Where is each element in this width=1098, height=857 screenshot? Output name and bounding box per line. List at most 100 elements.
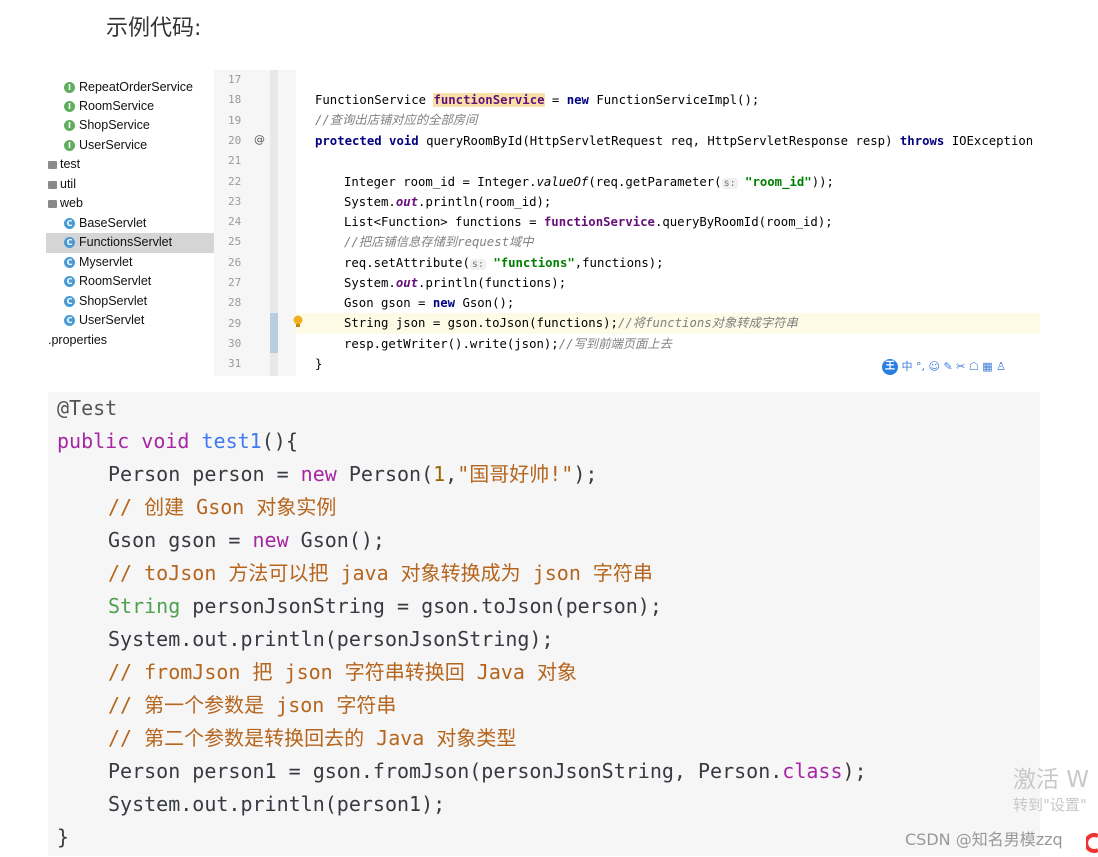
folder-icon <box>48 160 57 169</box>
code-block-line: Gson gson = new Gson(); <box>108 528 385 552</box>
tree-item[interactable]: I RepeatOrderService <box>46 78 224 98</box>
code-block-line: Person person = new Person(1,"国哥好帅!"); <box>108 462 598 486</box>
code-block-line: public void test1(){ <box>57 429 298 453</box>
line-number: 21 <box>228 154 242 168</box>
tree-item-label: RoomService <box>79 99 155 113</box>
code-block-line: // toJson 方法可以把 java 对象转换成为 json 字符串 <box>108 561 653 585</box>
line-number: 28 <box>228 296 242 310</box>
activate-windows-subtext: 转到"设置" <box>1013 796 1087 814</box>
line-number: 20 <box>228 133 242 147</box>
line-number: 24 <box>228 215 242 229</box>
tree-item-label: .properties <box>48 333 108 347</box>
class-icon: C <box>64 218 75 230</box>
line-number: 29 <box>228 316 242 330</box>
project-tree: I RepeatOrderService I RoomService I ShopServ… <box>46 70 224 376</box>
tree-item[interactable]: C FunctionsServlet <box>46 233 224 253</box>
code-block-line: System.out.println(person1); <box>108 792 446 816</box>
lightbulb-icon[interactable] <box>293 315 303 329</box>
ide-screenshot: I RepeatOrderService I RoomService I ShopServ… <box>46 70 1040 376</box>
class-icon: C <box>64 237 75 249</box>
tree-item-label: web <box>60 196 83 210</box>
tree-item-label: FunctionsServlet <box>79 235 173 249</box>
class-icon: C <box>64 257 75 269</box>
tree-item-label: Myservlet <box>79 255 133 269</box>
code-line-31: } <box>315 357 323 371</box>
code-block-line: Person person1 = gson.fromJson(personJso… <box>108 759 867 783</box>
line-number: 26 <box>228 255 242 269</box>
csdn-logo-icon <box>1086 833 1098 853</box>
tree-item[interactable]: I UserService <box>46 136 224 156</box>
code-line-23: System.out.println(room_id); <box>344 195 552 209</box>
tree-item[interactable]: C UserServlet <box>46 311 224 331</box>
tree-item-label: UserServlet <box>79 313 145 327</box>
code-line-25: //把店铺信息存储到request域中 <box>344 235 534 249</box>
line-number: 30 <box>228 336 242 350</box>
interface-icon: I <box>64 101 75 113</box>
line-number: 22 <box>228 174 242 188</box>
code-block-line: // 创建 Gson 对象实例 <box>108 495 337 519</box>
code-block: @Test public void test1(){ Person person… <box>48 392 1040 856</box>
line-number: 23 <box>228 194 242 208</box>
code-line-29: String json = gson.toJson(functions);//将… <box>344 316 798 330</box>
param-hint: s: <box>721 178 738 189</box>
code-line-18: FunctionService functionService = new Fu… <box>315 93 760 107</box>
line-number: 19 <box>228 113 242 127</box>
line-number: 27 <box>228 276 242 289</box>
tree-item-label: util <box>60 177 76 191</box>
interface-icon: I <box>64 120 75 132</box>
tree-item-label: ShopService <box>79 118 150 132</box>
ime-toolbar[interactable]: 王 中 °, ☺ ✎ ✂ ☖ ▦ ♙ <box>882 358 1006 376</box>
code-line-24: List<Function> functions = functionServi… <box>344 215 833 229</box>
tree-item-label: RepeatOrderService <box>79 80 193 94</box>
ime-toolbar-items[interactable]: 中 °, ☺ ✎ ✂ ☖ ▦ ♙ <box>902 360 1007 373</box>
override-at-icon[interactable]: @ <box>254 133 265 146</box>
class-icon: C <box>64 276 75 288</box>
tree-item[interactable]: test <box>46 155 224 175</box>
activate-windows-text: 激活 W <box>1013 767 1090 793</box>
interface-icon: I <box>64 82 75 94</box>
code-block-line: // 第二个参数是转换回去的 Java 对象类型 <box>108 726 517 750</box>
code-line-19: //查询出店铺对应的全部房间 <box>315 113 478 127</box>
tree-item[interactable]: C Myservlet <box>46 253 224 273</box>
tree-item[interactable]: C RoomServlet <box>46 272 224 292</box>
class-icon: C <box>64 296 75 308</box>
tree-item-label: BaseServlet <box>79 216 147 230</box>
code-line-27: System.out.println(functions); <box>344 276 567 290</box>
tree-item-label: UserService <box>79 138 148 152</box>
tree-item-label: RoomServlet <box>79 274 152 288</box>
page-heading: 示例代码: <box>106 16 202 41</box>
tree-item[interactable]: I ShopService <box>46 116 224 136</box>
line-gutter <box>214 70 296 376</box>
tree-item-label: test <box>60 157 81 171</box>
line-number: 25 <box>228 235 242 249</box>
code-block-line: // 第一个参数是 json 字符串 <box>108 693 397 717</box>
csdn-watermark: CSDN @知名男模zzq <box>905 830 1063 849</box>
line-number: 18 <box>228 93 242 107</box>
interface-icon: I <box>64 140 75 152</box>
folder-icon <box>48 180 57 189</box>
code-block-line: @Test <box>57 396 118 420</box>
line-number: 31 <box>228 357 242 371</box>
tree-item[interactable]: I RoomService <box>46 97 224 117</box>
code-block-line: System.out.println(personJsonString); <box>108 627 554 651</box>
change-marker <box>270 313 278 353</box>
tree-item[interactable]: C ShopServlet <box>46 292 224 312</box>
folder-icon <box>48 199 57 208</box>
tree-item[interactable]: C BaseServlet <box>46 214 224 234</box>
code-block-line: } <box>57 825 70 849</box>
code-line-20: protected void queryRoomById(HttpServlet… <box>315 134 1040 148</box>
line-number: 17 <box>228 73 242 86</box>
code-line-28: Gson gson = new Gson(); <box>344 296 515 310</box>
code-line-22: Integer room_id = Integer.valueOf(req.ge… <box>344 175 834 189</box>
class-icon: C <box>64 315 75 327</box>
code-block-line: // fromJson 把 json 字符串转换回 Java 对象 <box>108 660 577 684</box>
code-block-line: String personJsonString = gson.toJson(pe… <box>108 594 662 618</box>
ime-logo-icon[interactable]: 王 <box>882 359 898 375</box>
param-hint: s: <box>469 259 486 270</box>
tree-item[interactable]: web <box>46 194 224 214</box>
tree-item[interactable]: .properties <box>46 331 224 351</box>
tree-item-label: ShopServlet <box>79 294 148 308</box>
code-line-26: req.setAttribute(s: "functions",function… <box>344 256 664 270</box>
tree-item[interactable]: util <box>46 175 224 195</box>
code-line-30: resp.getWriter().write(json);//写到前端页面上去 <box>344 337 672 351</box>
